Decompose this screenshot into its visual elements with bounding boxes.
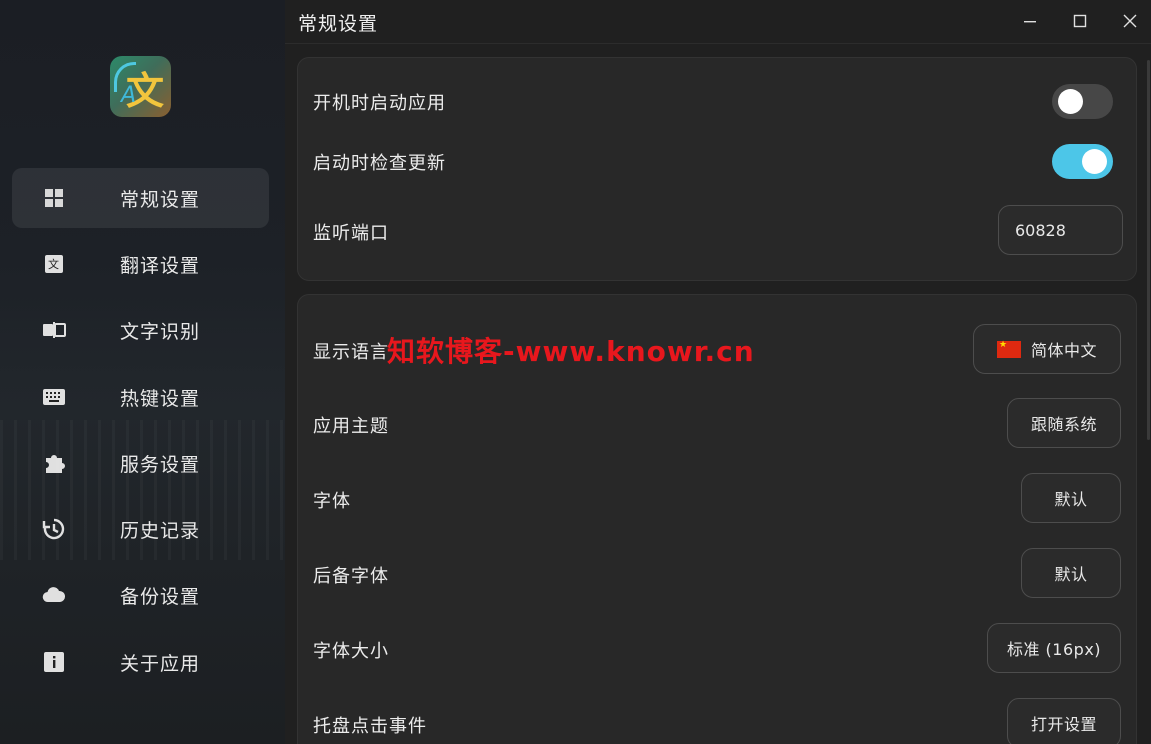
font-select[interactable]: 默认 xyxy=(1021,473,1121,523)
close-icon xyxy=(1123,14,1137,28)
language-select[interactable]: ★ 简体中文 xyxy=(973,324,1121,374)
logo-latin: A xyxy=(121,83,137,108)
sidebar-item-label: 文字识别 xyxy=(120,320,201,343)
tray-click-value: 打开设置 xyxy=(1030,715,1097,734)
cloud-icon xyxy=(42,583,66,607)
sidebar-item-label: 热键设置 xyxy=(120,387,201,410)
sidebar-item-general[interactable]: 常规设置 xyxy=(12,168,269,228)
keyboard-icon xyxy=(42,385,66,409)
autostart-label: 开机时启动应用 xyxy=(313,93,446,114)
language-value: 简体中文 xyxy=(1030,341,1097,360)
app-logo: 文 A xyxy=(110,56,171,117)
font-size-label: 字体大小 xyxy=(313,641,389,662)
check-update-label: 启动时检查更新 xyxy=(313,153,446,174)
svg-text:文: 文 xyxy=(48,257,59,271)
translate-icon: 文 xyxy=(42,252,66,276)
sidebar-item-label: 服务设置 xyxy=(120,453,201,476)
theme-value: 跟随系统 xyxy=(1030,415,1097,434)
info-icon xyxy=(42,650,66,674)
sidebar-item-hotkey[interactable]: 热键设置 xyxy=(12,367,269,427)
sidebar-item-service[interactable]: 服务设置 xyxy=(12,433,269,493)
port-label: 监听端口 xyxy=(313,223,389,244)
tray-click-label: 托盘点击事件 xyxy=(313,716,427,737)
puzzle-icon xyxy=(42,451,66,475)
general-settings-card: 开机时启动应用 启动时检查更新 监听端口 xyxy=(297,57,1137,281)
grid-icon xyxy=(42,186,66,210)
sidebar-item-history[interactable]: 历史记录 xyxy=(12,499,269,559)
fallback-font-select[interactable]: 默认 xyxy=(1021,548,1121,598)
font-label: 字体 xyxy=(313,491,351,512)
check-update-toggle[interactable] xyxy=(1052,144,1113,179)
page-title: 常规设置 xyxy=(298,13,379,35)
sidebar-item-ocr[interactable]: 文字识别 xyxy=(12,300,269,360)
sidebar-item-backup[interactable]: 备份设置 xyxy=(12,565,269,625)
titlebar: 常规设置 xyxy=(285,0,1151,44)
minimize-button[interactable] xyxy=(1012,6,1048,36)
china-flag-icon: ★ xyxy=(996,340,1021,358)
sidebar-item-label: 常规设置 xyxy=(120,188,201,211)
font-size-value: 标准 (16px) xyxy=(1006,640,1102,659)
tray-click-select[interactable]: 打开设置 xyxy=(1007,698,1121,744)
main-panel: 常规设置 开机时启动应用 启动时检查更新 监听端口 显示语言 ★ 简体中文 应用… xyxy=(285,0,1151,744)
toggle-knob xyxy=(1058,89,1083,114)
sidebar-item-label: 翻译设置 xyxy=(120,254,201,277)
autostart-toggle[interactable] xyxy=(1052,84,1113,119)
theme-select[interactable]: 跟随系统 xyxy=(1007,398,1121,448)
history-icon xyxy=(42,517,66,541)
fallback-font-label: 后备字体 xyxy=(313,566,389,587)
sidebar-item-label: 备份设置 xyxy=(120,585,201,608)
sidebar-item-label: 历史记录 xyxy=(120,519,201,542)
watermark-text: 知软博客-www.knowr.cn xyxy=(387,335,755,368)
font-value: 默认 xyxy=(1054,490,1088,509)
close-button[interactable] xyxy=(1112,6,1148,36)
minimize-icon xyxy=(1024,21,1036,23)
sidebar: 文 A 常规设置 文 翻译设置 文字识别 热键设置 服务设置 历史记录 备份设置… xyxy=(0,0,285,744)
font-size-select[interactable]: 标准 (16px) xyxy=(987,623,1121,673)
sidebar-item-about[interactable]: 关于应用 xyxy=(12,632,269,692)
sidebar-item-label: 关于应用 xyxy=(120,652,201,675)
port-input[interactable] xyxy=(998,205,1123,255)
theme-label: 应用主题 xyxy=(313,416,389,437)
language-label: 显示语言 xyxy=(313,342,389,363)
fallback-font-value: 默认 xyxy=(1054,565,1088,584)
ocr-icon xyxy=(42,318,66,342)
maximize-button[interactable] xyxy=(1062,6,1098,36)
toggle-knob xyxy=(1082,149,1107,174)
sidebar-item-translate[interactable]: 文 翻译设置 xyxy=(12,234,269,294)
scrollbar[interactable] xyxy=(1147,60,1150,440)
maximize-icon xyxy=(1073,14,1087,28)
